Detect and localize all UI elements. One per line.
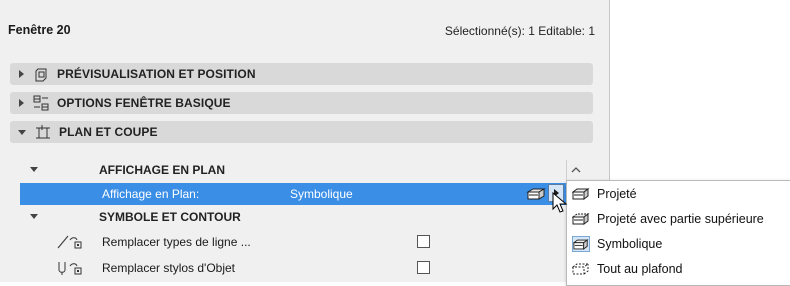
subgroup-plan-display[interactable]: AFFICHAGE EN PLAN — [20, 159, 585, 181]
scroll-up-icon[interactable] — [570, 165, 582, 175]
option-overhead-all[interactable]: Tout au plafond — [567, 258, 790, 280]
subgroup-label: SYMBOLE ET CONTOUR — [99, 210, 241, 224]
option-label: Projeté avec partie supérieure — [597, 212, 764, 226]
collapse-arrow-icon — [30, 167, 38, 172]
expand-arrow-icon — [19, 70, 24, 78]
option-projected-overhead[interactable]: Projeté avec partie supérieure — [567, 208, 790, 230]
option-label: Symbolique — [597, 237, 663, 251]
override-linetype-row[interactable]: Remplacer types de ligne ... — [20, 231, 566, 253]
row-label: Affichage en Plan: — [102, 187, 200, 201]
section-preview-position[interactable]: PRÉVISUALISATION ET POSITION — [10, 63, 593, 85]
section-label: OPTIONS FENÊTRE BASIQUE — [57, 96, 231, 110]
preview-position-icon — [33, 66, 49, 82]
projected-overhead-icon — [572, 211, 590, 227]
mouse-cursor-icon — [552, 192, 568, 213]
collapse-arrow-icon — [30, 214, 38, 219]
window-title: Fenêtre 20 — [8, 23, 71, 37]
section-label: PRÉVISUALISATION ET POSITION — [57, 67, 256, 81]
selection-status: Sélectionné(s): 1 Editable: 1 — [444, 24, 595, 38]
settings-panel: Fenêtre 20 Sélectionné(s): 1 Editable: 1… — [0, 0, 610, 282]
symbolic-display-icon — [526, 186, 546, 205]
plan-section-icon — [35, 124, 51, 140]
option-projected[interactable]: Projeté — [567, 183, 790, 205]
expand-arrow-icon — [19, 99, 24, 107]
row-label: Remplacer stylos d'Objet — [102, 261, 236, 275]
override-pen-icon — [56, 260, 96, 279]
projected-icon — [572, 186, 590, 202]
plan-display-dropdown: Projeté Projeté avec partie supérieure S… — [566, 180, 790, 286]
subgroup-label: AFFICHAGE EN PLAN — [99, 163, 225, 177]
override-linetype-checkbox[interactable] — [417, 235, 430, 248]
plan-display-row[interactable]: Affichage en Plan: Symbolique — [20, 183, 566, 205]
option-label: Projeté — [597, 187, 637, 201]
row-value: Symbolique — [290, 187, 353, 201]
subgroup-symbol-contour[interactable]: SYMBOLE ET CONTOUR — [20, 206, 585, 228]
section-window-options[interactable]: OPTIONS FENÊTRE BASIQUE — [10, 92, 593, 114]
symbolic-icon — [572, 236, 590, 252]
section-label: PLAN ET COUPE — [59, 125, 158, 139]
section-plan-section[interactable]: PLAN ET COUPE — [10, 121, 593, 143]
overhead-all-icon — [572, 261, 590, 277]
override-pen-checkbox[interactable] — [417, 261, 430, 274]
row-label: Remplacer types de ligne ... — [102, 235, 251, 249]
override-linetype-icon — [56, 234, 96, 253]
option-symbolic[interactable]: Symbolique — [567, 233, 790, 255]
override-pen-row[interactable]: Remplacer stylos d'Objet — [20, 257, 566, 279]
collapse-arrow-icon — [18, 129, 26, 135]
option-label: Tout au plafond — [597, 262, 683, 276]
window-options-icon — [33, 95, 49, 111]
